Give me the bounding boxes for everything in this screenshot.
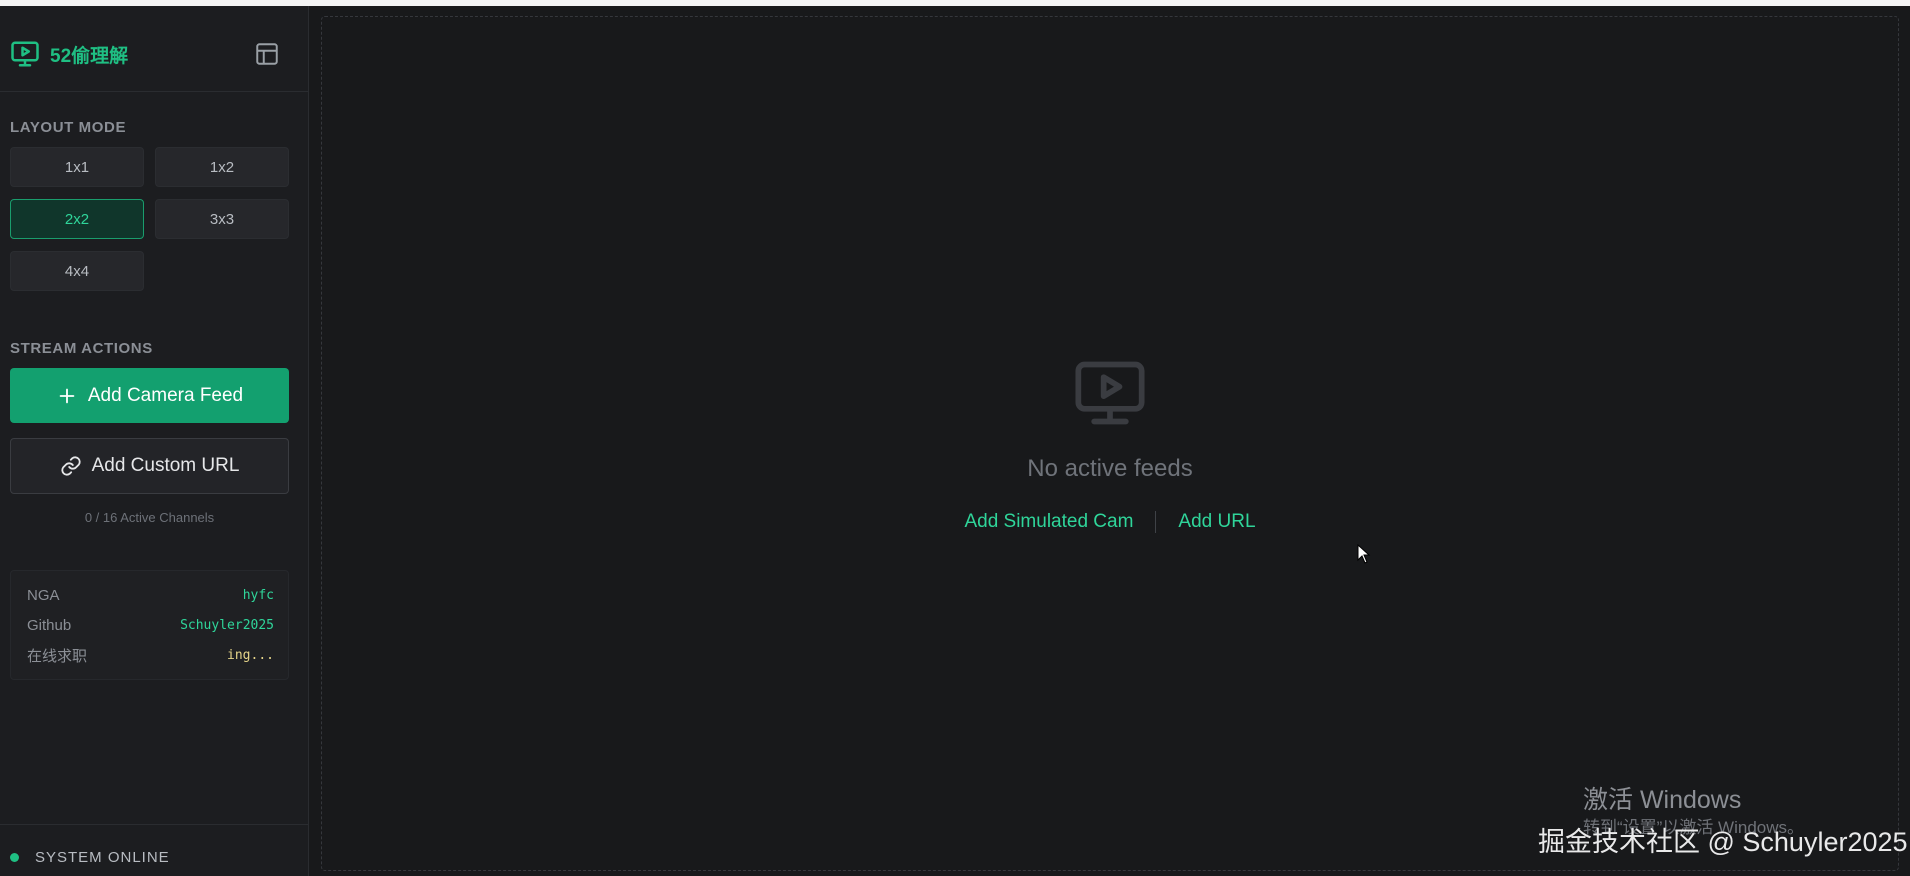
monitor-play-icon — [10, 39, 40, 69]
plus-icon — [56, 385, 78, 407]
info-value: ing... — [227, 647, 274, 663]
mouse-cursor-icon — [1357, 543, 1371, 564]
divider — [0, 824, 308, 825]
add-url-link[interactable]: Add URL — [1178, 511, 1255, 533]
add-camera-feed-button[interactable]: Add Camera Feed — [10, 368, 289, 423]
link-icon — [60, 455, 82, 477]
separator — [1155, 511, 1157, 533]
status-text: SYSTEM ONLINE — [35, 849, 170, 866]
feed-grid-area — [321, 16, 1899, 871]
info-key: NGA — [27, 586, 60, 604]
info-card: NGA hyfc Github Schuyler2025 在线求职 ing... — [10, 570, 289, 680]
info-row-job: 在线求职 ing... — [27, 645, 274, 665]
info-row-github: Github Schuyler2025 — [27, 615, 274, 635]
empty-state-title: No active feeds — [1027, 455, 1193, 482]
app-title: 52偷理解 — [50, 45, 129, 67]
community-credit: 掘金技术社区 @ Schuyler2025 — [1538, 827, 1908, 857]
layout-mode-label: LAYOUT MODE — [10, 119, 127, 136]
windows-activation-title: 激活 Windows — [1583, 786, 1742, 814]
info-value: Schuyler2025 — [180, 617, 274, 633]
divider — [0, 91, 308, 92]
info-row-nga: NGA hyfc — [27, 585, 274, 605]
monitor-play-icon — [1072, 358, 1148, 428]
add-camera-feed-label: Add Camera Feed — [87, 384, 244, 406]
system-status: SYSTEM ONLINE — [10, 849, 170, 866]
brand: 52偷理解 — [10, 36, 128, 72]
info-key: Github — [27, 616, 72, 634]
layout-button-3x3[interactable]: 3x3 — [155, 199, 289, 239]
layout-button-1x1[interactable]: 1x1 — [10, 147, 144, 187]
layout-button-1x2[interactable]: 1x2 — [155, 147, 289, 187]
empty-state-actions: Add Simulated Cam Add URL — [960, 510, 1260, 534]
layout-panel-icon[interactable] — [254, 41, 280, 67]
layout-button-4x4[interactable]: 4x4 — [10, 251, 144, 291]
layout-button-2x2[interactable]: 2x2 — [10, 199, 144, 239]
add-custom-url-label: Add Custom URL — [91, 455, 240, 476]
info-key: 在线求职 — [27, 647, 88, 665]
status-dot — [10, 853, 19, 862]
active-channels-count: 0 / 16 Active Channels — [84, 510, 215, 525]
stream-actions-label: STREAM ACTIONS — [10, 340, 153, 357]
add-simulated-cam-link[interactable]: Add Simulated Cam — [964, 511, 1133, 533]
add-custom-url-button[interactable]: Add Custom URL — [10, 438, 289, 494]
sidebar: 52偷理解 LAYOUT MODE 1x1 1x2 2x2 3x3 4x4 ST… — [0, 6, 309, 876]
info-value: hyfc — [242, 587, 274, 603]
